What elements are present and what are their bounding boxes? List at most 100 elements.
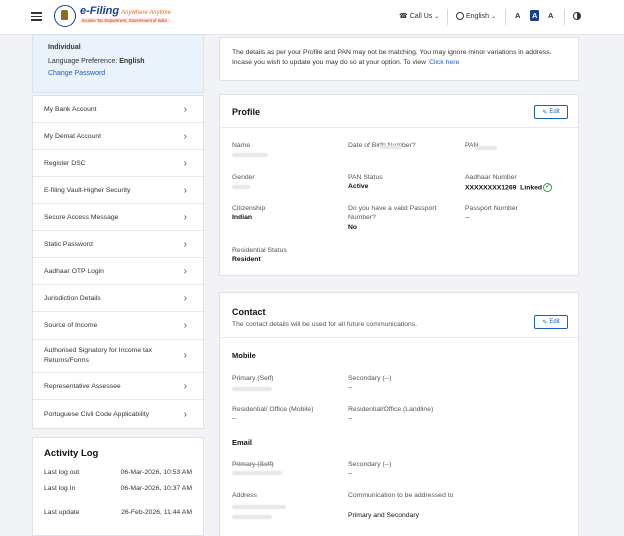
font-decrease-button[interactable]: A: [515, 11, 520, 20]
contrast-icon[interactable]: [573, 12, 581, 20]
divider: [447, 9, 448, 25]
sidebar-item-jurisdiction-details[interactable]: Jurisdiction Details ›: [33, 285, 203, 312]
brand-title: e-Filing: [80, 5, 120, 17]
chevron-right-icon: ›: [183, 130, 187, 142]
name-redacted: [232, 153, 268, 157]
residential-mobile-value: --: [232, 415, 237, 422]
language-menu[interactable]: English ⌄: [456, 12, 496, 20]
activity-row: Last log In 06-Mar-2026, 10:37 AM: [44, 485, 192, 492]
residential-mobile-label: Residential/ Office (Mobile): [232, 406, 314, 413]
cutoff-label: [48, 40, 188, 43]
pan-mismatch-notice: The details as per your Profile and PAN …: [219, 37, 579, 81]
chevron-right-icon: ›: [183, 211, 187, 223]
chevron-right-icon: ›: [183, 238, 187, 250]
font-normal-button[interactable]: A: [530, 10, 540, 21]
call-us-menu[interactable]: ☎ Call Us ⌄: [399, 12, 439, 21]
citizenship-value: Indian: [232, 214, 253, 221]
pencil-icon: ✎: [542, 319, 548, 326]
chevron-right-icon: ›: [183, 380, 187, 392]
email-secondary-label: Secondary (--): [348, 461, 392, 468]
call-us-label: Call Us: [409, 12, 433, 20]
mobile-heading: Mobile: [232, 351, 256, 360]
pan-redacted: [475, 146, 497, 150]
address-redacted: [232, 515, 272, 519]
communication-label: Communication to be addressed to: [348, 492, 454, 499]
sidebar-item-secure-access-message[interactable]: Secure Access Message ›: [33, 204, 203, 231]
chevron-right-icon: ›: [183, 408, 187, 420]
contact-title: Contact: [232, 307, 266, 317]
chevron-right-icon: ›: [183, 292, 187, 304]
citizenship-label: Citizenship: [232, 205, 266, 212]
pan-status-label: PAN Status: [348, 174, 383, 181]
emblem-logo: [54, 5, 76, 27]
click-here-link[interactable]: Click here: [429, 59, 459, 66]
chevron-down-icon: ⌄: [490, 13, 496, 20]
activity-log-title: Activity Log: [44, 448, 99, 459]
top-header: e-Filing Anywhere Anytime Income Tax Depa…: [0, 0, 624, 35]
passport-number-label: Passport Number: [465, 205, 518, 212]
check-circle-icon: ✓: [543, 183, 553, 192]
sidebar-item-my-bank-account[interactable]: My Bank Account ›: [33, 96, 203, 123]
sidebar-item-efiling-vault[interactable]: E-filing Vault-Higher Security ›: [33, 177, 203, 204]
sidebar-menu: My Bank Account › My Demat Account › Regis…: [32, 95, 204, 429]
profile-edit-button[interactable]: ✎ Edit: [534, 105, 568, 119]
sidebar-item-authorised-signatory[interactable]: Authorised Signatory for Income tax Retu…: [33, 340, 203, 373]
phone-icon: ☎: [399, 13, 408, 20]
aadhaar-label: Aadhaar Number: [465, 174, 517, 181]
sidebar-item-representative-assessee[interactable]: Representative Assessee ›: [33, 373, 203, 400]
language-label: English: [466, 12, 489, 20]
communication-value: Primary and Secondary: [348, 512, 420, 519]
dob-redacted: [380, 145, 402, 149]
font-increase-button[interactable]: A: [548, 11, 553, 20]
address-redacted: [232, 505, 286, 509]
hamburger-icon[interactable]: [31, 12, 42, 21]
activity-log: Activity Log Last log out 06-Mar-2026, 10…: [32, 437, 204, 536]
passport-question-label: Do you have a valid Passport Number?: [348, 205, 437, 221]
profile-title: Profile: [232, 107, 261, 117]
mobile-secondary-value: --: [348, 384, 353, 391]
brand-subtitle: Income Tax Department, Government of Ind…: [80, 18, 171, 23]
brand-tagline: Anywhere Anytime: [121, 10, 171, 16]
chevron-right-icon: ›: [183, 350, 187, 361]
profile-card: Profile ✎Edit Name Date of Birth Number?…: [219, 94, 579, 276]
sidebar-item-register-dsc[interactable]: Register DSC ›: [33, 150, 203, 177]
chevron-right-icon: ›: [183, 184, 187, 196]
chevron-right-icon: ›: [183, 103, 187, 115]
email-secondary-value: --: [348, 470, 353, 477]
chevron-right-icon: ›: [183, 157, 187, 169]
contact-subtitle: The contact details will be used for all…: [232, 321, 418, 328]
divider: [220, 337, 578, 338]
sidebar-item-portuguese-civil-code[interactable]: Portuguese Civil Code Applicability ›: [33, 400, 203, 428]
sidebar-item-my-demat-account[interactable]: My Demat Account ›: [33, 123, 203, 150]
activity-row: Last update 26-Feb-2026, 11:44 AM: [44, 509, 192, 516]
residential-landline-value: --: [348, 415, 353, 422]
brand[interactable]: e-Filing Anywhere Anytime Income Tax Depa…: [80, 5, 171, 23]
contact-edit-button[interactable]: ✎ Edit: [534, 315, 568, 329]
chevron-right-icon: ›: [183, 320, 187, 331]
residential-landline-label: Residential/Office (Landline): [348, 406, 434, 413]
email-primary-label: Primary (Self): [232, 461, 274, 468]
language-preference-value: English: [119, 58, 145, 65]
sidebar-item-aadhaar-otp-login[interactable]: Aadhaar OTP Login ›: [33, 258, 203, 285]
aadhaar-linked-status: Linked: [520, 184, 543, 192]
email-primary-redacted: [232, 471, 282, 475]
gender-label: Gender: [232, 174, 255, 181]
change-password-link[interactable]: Change Password: [48, 70, 188, 77]
address-label: Address: [232, 492, 257, 499]
divider: [220, 127, 578, 128]
passport-question-value: No: [348, 224, 358, 231]
divider: [505, 9, 506, 25]
sidebar-item-source-of-income[interactable]: Source of Income ›: [33, 312, 203, 340]
name-label: Name: [232, 142, 251, 149]
residential-status-label: Residential Status: [232, 247, 287, 254]
mobile-secondary-label: Secondary (--): [348, 375, 392, 382]
sidebar-item-static-password[interactable]: Static Password ›: [33, 231, 203, 258]
mobile-primary-redacted: [232, 387, 272, 391]
email-heading: Email: [232, 438, 253, 447]
activity-row: Last log out 06-Mar-2026, 10:53 AM: [44, 469, 192, 476]
residential-status-value: Resident: [232, 256, 261, 263]
profile-summary: Individual Language Preference: English …: [32, 34, 204, 93]
chevron-right-icon: ›: [183, 265, 187, 277]
mobile-primary-label: Primary (Self): [232, 375, 274, 382]
divider: [564, 9, 565, 25]
